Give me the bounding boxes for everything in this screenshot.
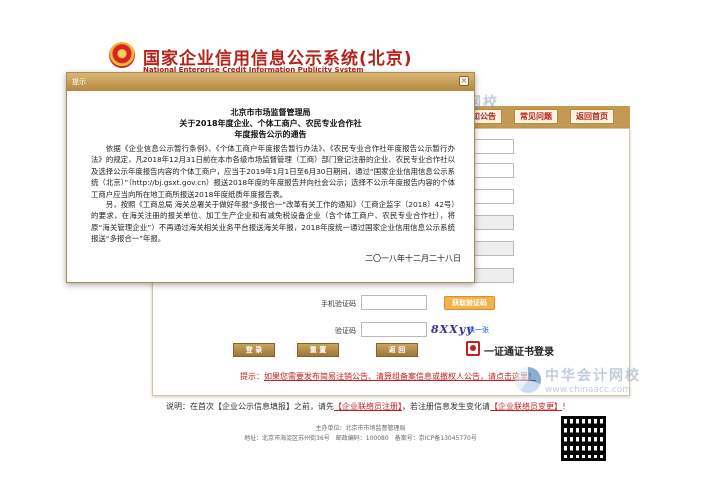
notice-prefix: 提示：	[240, 372, 264, 381]
login-button[interactable]: 登 录	[233, 343, 275, 357]
footer-address: 地址：北京市海淀区苏州街36号 邮政编码：100080 备案号：京ICP备130…	[244, 435, 477, 442]
liaison-register-link[interactable]: 【企业联络员注册】	[334, 402, 402, 411]
notice-link[interactable]: 如果您需要发布简易注销公告、清算组备案信息或撤权人公告，请点击这里！	[264, 372, 536, 381]
modal-header[interactable]: 提示 ×	[67, 73, 474, 91]
tab-faq[interactable]: 常见问题	[514, 109, 558, 124]
qr-code-icon	[561, 416, 606, 461]
close-icon[interactable]: ×	[459, 76, 469, 86]
captcha-input[interactable]	[361, 322, 427, 337]
get-code-button[interactable]: 获取验证码	[444, 296, 495, 310]
modal-title-line2: 关于2018年度企业、个体工商户、农民专业合作社	[179, 119, 362, 128]
site-header: 国家企业信用信息公示系统(北京) National Enterprise Cre…	[0, 0, 721, 78]
certificate-icon[interactable]	[466, 341, 480, 356]
modal-title-line3: 年度报告公示的通告	[234, 130, 307, 139]
notice-line: 提示：如果您需要发布简易注销公告、清算组备案信息或撤权人公告，请点击这里！	[240, 371, 536, 382]
description-suffix: ！	[562, 402, 570, 411]
national-emblem-icon	[109, 42, 135, 68]
reset-button[interactable]: 重 置	[297, 343, 339, 357]
modal-paragraph-2: 另，按照《工商总局 海关总署关于做好年报“多报合一”改革有关工作的通知》（工商企…	[91, 200, 455, 244]
modal-title-line1: 北京市市场监督管理局	[230, 108, 311, 117]
description-line: 说明：在首次【企业公示信息填报】之前，请先【企业联络员注册】，若注册信息发生变化…	[166, 401, 570, 412]
description-prefix: 说明：在首次【企业公示信息填报】之前，请先	[166, 402, 334, 411]
phone-code-label: 手机验证码	[321, 300, 356, 308]
modal-header-title: 提示	[72, 78, 86, 86]
captcha-refresh-link[interactable]: 换一张	[468, 325, 489, 335]
footer-organizer: 主办单位：北京市市场监督管理局	[315, 425, 406, 432]
liaison-change-link[interactable]: 【企业联络员变更】	[490, 402, 562, 411]
modal-paragraph-1: 依据《企业信息公示暂行条例》、《个体工商户年度报告暂行办法》、《农民专业合作社年…	[91, 144, 455, 199]
description-middle: ，若注册信息发生变化请	[402, 402, 490, 411]
announcement-modal: 提示 × 北京市市场监督管理局 关于2018年度企业、个体工商户、农民专业合作社…	[66, 72, 475, 283]
modal-date: 二〇一八年十二月二十八日	[365, 254, 461, 263]
tab-home[interactable]: 返回首页	[570, 109, 614, 124]
cert-login-link[interactable]: 一证通证书登录	[484, 343, 554, 358]
panel-nav-bar: 通知公告 常见问题 返回首页	[452, 106, 630, 128]
phone-code-input[interactable]	[361, 295, 427, 310]
captcha-label: 验证码	[335, 327, 356, 335]
captcha-image[interactable]: 8XXyy	[431, 323, 473, 336]
back-button[interactable]: 返 回	[376, 343, 418, 357]
